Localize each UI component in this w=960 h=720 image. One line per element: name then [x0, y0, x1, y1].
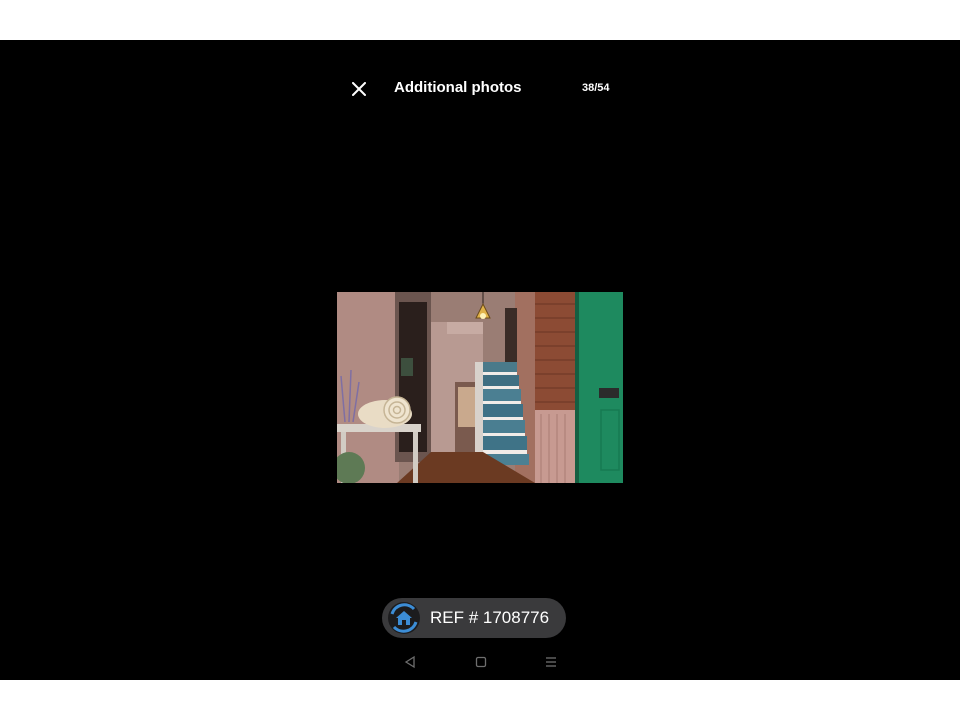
property-photo[interactable]	[337, 292, 623, 483]
system-navigation-bar	[0, 652, 960, 672]
reference-number: REF # 1708776	[430, 608, 550, 627]
nav-home-button[interactable]	[472, 654, 490, 670]
hallway-image	[337, 292, 623, 483]
nav-back-button[interactable]	[401, 654, 419, 670]
home-refresh-icon	[388, 602, 420, 634]
photo-viewer-screen: Additional photos 38/54 REF # 1708776	[0, 40, 960, 680]
viewer-header: Additional photos 38/54	[0, 40, 960, 130]
back-triangle-icon	[404, 655, 415, 669]
recents-lines-icon	[546, 657, 556, 667]
close-button[interactable]	[344, 74, 374, 104]
nav-recents-button[interactable]	[542, 654, 560, 670]
photo-counter: 38/54	[582, 82, 610, 94]
page-title: Additional photos	[394, 79, 522, 96]
home-square-icon	[475, 656, 487, 668]
reference-badge[interactable]: REF # 1708776	[382, 598, 566, 638]
close-icon	[352, 82, 366, 96]
